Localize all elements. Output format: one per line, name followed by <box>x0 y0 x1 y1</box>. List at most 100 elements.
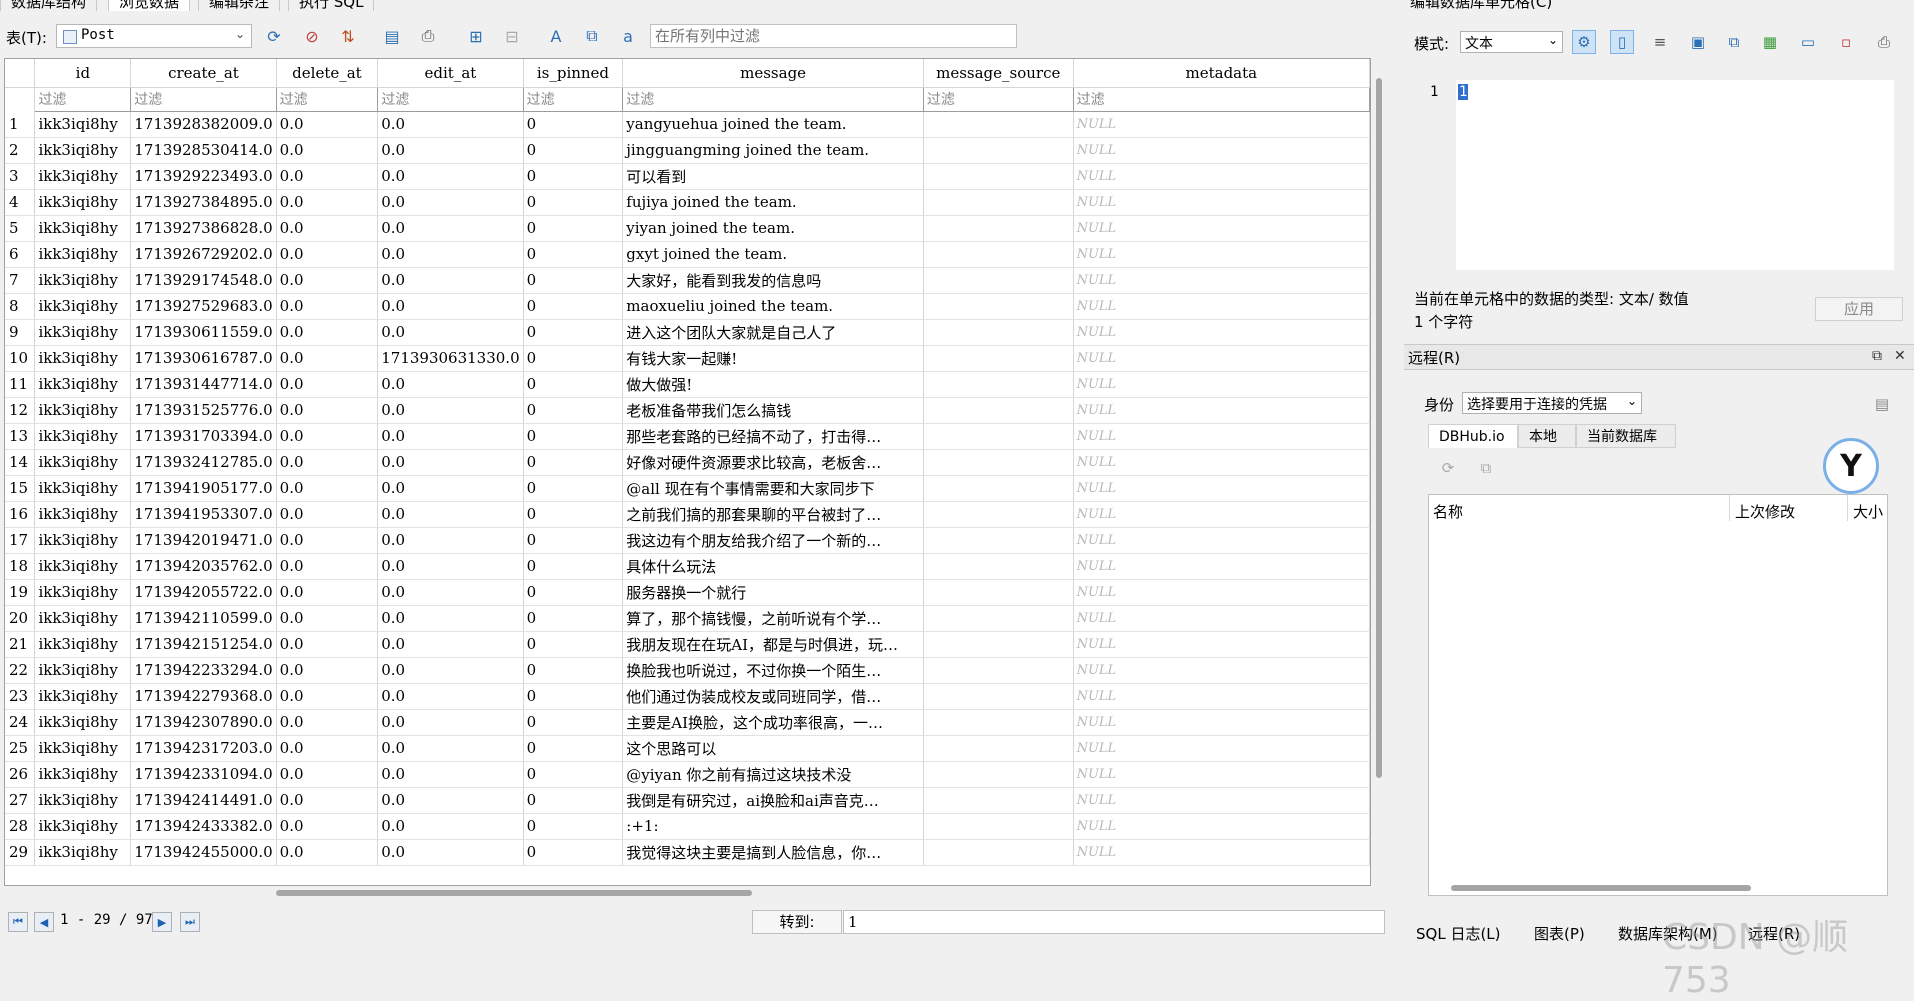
horizontal-scrollbar[interactable] <box>276 890 752 896</box>
table-cell[interactable]: 0 <box>523 371 624 398</box>
table-cell[interactable]: NULL <box>1073 449 1370 476</box>
row-number[interactable]: 14 <box>5 449 36 476</box>
table-cell[interactable]: ikk3iqi8hy <box>34 137 132 164</box>
table-cell[interactable]: 0.0 <box>276 761 379 788</box>
table-cell[interactable]: 0.0 <box>377 137 524 164</box>
table-row[interactable]: 13 ikk3iqi8hy 1713931703394.0 0.0 0.0 0 那些老套路的… <box>5 423 1370 450</box>
table-cell[interactable]: ikk3iqi8hy <box>34 709 132 736</box>
table-cell[interactable]: 0.0 <box>377 423 524 450</box>
last-page-icon[interactable]: ⏭ <box>180 912 200 932</box>
auto-format-icon[interactable]: ⚙ <box>1572 30 1596 54</box>
row-number[interactable]: 11 <box>5 371 36 398</box>
clear-sort-icon[interactable]: ⇅ <box>336 24 360 48</box>
row-number[interactable]: 2 <box>5 137 36 164</box>
table-cell[interactable]: 1713927384895.0 <box>130 189 277 216</box>
tab-plot[interactable]: 图表(P) <box>1534 923 1585 944</box>
table-cell[interactable]: 0.0 <box>377 371 524 398</box>
table-cell[interactable]: ikk3iqi8hy <box>34 735 132 762</box>
table-cell[interactable]: 做大做强! <box>622 371 924 398</box>
table-cell[interactable] <box>923 683 1074 710</box>
table-cell[interactable]: 老板准备带我们怎么搞钱 <box>622 397 924 424</box>
table-cell[interactable]: 0.0 <box>377 787 524 814</box>
column-header[interactable]: delete_at <box>276 59 379 88</box>
column-filter-input[interactable]: 过滤 <box>130 86 277 112</box>
table-cell[interactable]: :+1: <box>622 813 924 840</box>
close-icon[interactable]: ✕ <box>1894 348 1906 364</box>
table-cell[interactable]: NULL <box>1073 267 1370 294</box>
table-cell[interactable]: NULL <box>1073 605 1370 632</box>
row-number[interactable]: 16 <box>5 501 36 528</box>
table-cell[interactable]: 0.0 <box>276 449 379 476</box>
table-cell[interactable]: 0 <box>523 345 624 372</box>
column-filter-input[interactable]: 过滤 <box>275 86 379 112</box>
table-cell[interactable]: 0.0 <box>377 319 524 346</box>
table-row[interactable]: 18 ikk3iqi8hy 1713942035762.0 0.0 0.0 0 具体什么玩法… <box>5 553 1370 580</box>
filter-all-input[interactable] <box>650 24 1017 48</box>
table-cell[interactable]: 1713942455000.0 <box>130 839 277 866</box>
table-cell[interactable]: NULL <box>1073 683 1370 710</box>
table-cell[interactable]: 具体什么玩法 <box>622 553 924 580</box>
table-cell[interactable]: ikk3iqi8hy <box>34 319 132 346</box>
table-cell[interactable]: ikk3iqi8hy <box>34 423 132 450</box>
table-cell[interactable]: 0.0 <box>276 501 379 528</box>
table-cell[interactable]: 0 <box>523 839 624 866</box>
table-cell[interactable]: 1713942331094.0 <box>130 761 277 788</box>
table-cell[interactable]: 0.0 <box>377 657 524 684</box>
table-cell[interactable]: 有钱大家一起赚! <box>622 345 924 372</box>
row-number[interactable]: 3 <box>5 163 36 190</box>
table-cell[interactable]: 0.0 <box>276 683 379 710</box>
table-cell[interactable]: 0.0 <box>276 241 379 268</box>
table-cell[interactable]: 1713930611559.0 <box>130 319 277 346</box>
table-row[interactable]: 28 ikk3iqi8hy 1713942433382.0 0.0 0.0 0:+1: NU… <box>5 813 1370 840</box>
table-cell[interactable]: 0 <box>523 137 624 164</box>
table-cell[interactable]: 0.0 <box>377 605 524 632</box>
row-number[interactable]: 7 <box>5 267 36 294</box>
table-cell[interactable] <box>923 553 1074 580</box>
table-cell[interactable]: 1713926729202.0 <box>130 241 277 268</box>
table-cell[interactable]: NULL <box>1073 423 1370 450</box>
table-cell[interactable]: ikk3iqi8hy <box>34 267 132 294</box>
table-row[interactable]: 15 ikk3iqi8hy 1713941905177.0 0.0 0.0 0 @all 现… <box>5 475 1370 502</box>
table-cell[interactable]: NULL <box>1073 579 1370 606</box>
vertical-scrollbar[interactable] <box>1374 78 1384 778</box>
table-cell[interactable]: 0.0 <box>276 345 379 372</box>
table-cell[interactable]: NULL <box>1073 657 1370 684</box>
table-cell[interactable]: ikk3iqi8hy <box>34 683 132 710</box>
table-cell[interactable]: ikk3iqi8hy <box>34 787 132 814</box>
identity-select[interactable]: 选择要用于连接的凭据 ⌄ <box>1462 392 1642 414</box>
identity-settings-icon[interactable]: ▤ <box>1870 392 1894 416</box>
row-number[interactable]: 13 <box>5 423 36 450</box>
table-cell[interactable]: 1713929223493.0 <box>130 163 277 190</box>
table-cell[interactable]: 0 <box>523 449 624 476</box>
table-cell[interactable]: 0 <box>523 527 624 554</box>
table-cell[interactable]: NULL <box>1073 735 1370 762</box>
row-number[interactable]: 27 <box>5 787 36 814</box>
table-cell[interactable]: 0 <box>523 605 624 632</box>
table-cell[interactable]: 0.0 <box>377 293 524 320</box>
table-cell[interactable]: 0.0 <box>276 813 379 840</box>
table-select[interactable]: Post ⌄ <box>56 24 252 48</box>
table-cell[interactable]: ikk3iqi8hy <box>34 449 132 476</box>
table-cell[interactable]: 0 <box>523 267 624 294</box>
table-cell[interactable]: 0.0 <box>276 709 379 736</box>
table-cell[interactable]: 0 <box>523 579 624 606</box>
table-cell[interactable] <box>923 501 1074 528</box>
table-cell[interactable]: 0 <box>523 319 624 346</box>
table-cell[interactable]: ikk3iqi8hy <box>34 631 132 658</box>
table-cell[interactable]: 1713941953307.0 <box>130 501 277 528</box>
table-cell[interactable]: 可以看到 <box>622 163 924 190</box>
table-cell[interactable] <box>923 319 1074 346</box>
table-cell[interactable]: 1713942019471.0 <box>130 527 277 554</box>
column-filter-input[interactable]: 过滤 <box>34 86 132 112</box>
table-cell[interactable] <box>923 423 1074 450</box>
table-cell[interactable]: 1713942279368.0 <box>130 683 277 710</box>
table-cell[interactable]: NULL <box>1073 527 1370 554</box>
column-header[interactable]: id <box>34 59 132 88</box>
row-number[interactable]: 4 <box>5 189 36 216</box>
find-icon[interactable]: A <box>544 24 568 48</box>
table-cell[interactable]: 0.0 <box>377 397 524 424</box>
next-page-icon[interactable]: ▶ <box>152 912 172 932</box>
table-row[interactable]: 11 ikk3iqi8hy 1713931447714.0 0.0 0.0 0 做大做强! N… <box>5 371 1370 398</box>
tab-browse-data[interactable]: 浏览数据 <box>108 0 191 11</box>
table-cell[interactable]: 1713928530414.0 <box>130 137 277 164</box>
